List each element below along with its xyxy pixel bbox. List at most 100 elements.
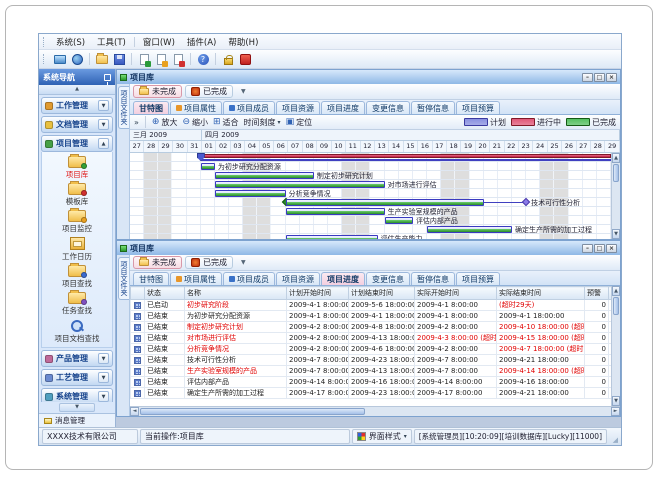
chevron-down-icon[interactable]: ▼ [98, 372, 109, 383]
column-header[interactable]: 计划结束时间 [349, 287, 415, 300]
toolbar-more-button[interactable]: » [134, 118, 139, 127]
table-filter-finished[interactable]: 已完成 [185, 256, 233, 269]
message-management-tab[interactable]: 消息管理 [39, 413, 115, 427]
gantt-window-minimize-button[interactable]: – [582, 73, 593, 82]
menu-tools[interactable]: 工具(T) [91, 35, 132, 49]
table-row[interactable]: 已结束评估内部产品2009-4-14 8:00:002009-4-16 18:0… [131, 377, 612, 388]
task-bar[interactable] [427, 226, 512, 233]
column-header[interactable]: 实际结束时间 [497, 287, 585, 300]
table-vertical-scrollbar[interactable] [611, 286, 620, 406]
sidebar-item-work-calendar[interactable]: 工作日历 [42, 236, 112, 263]
gantt-tab-5[interactable]: 项目进度 [321, 101, 365, 114]
chevron-down-icon[interactable]: ▼ [98, 353, 109, 364]
table-filter-overflow[interactable]: ▼ [238, 259, 249, 266]
table-tab-1[interactable]: 甘特图 [133, 272, 169, 285]
lock-icon[interactable] [221, 52, 235, 66]
task-bar[interactable] [286, 235, 378, 239]
table-tab-6[interactable]: 变更信息 [366, 272, 410, 285]
table-window-close-button[interactable]: × [606, 244, 617, 253]
table-tab-8[interactable]: 项目预算 [456, 272, 500, 285]
task-bar[interactable] [385, 217, 413, 224]
sidebar-item-project-search[interactable]: 项目查找 [42, 264, 112, 290]
project-folder-vtab[interactable]: 项目文件夹 [118, 257, 129, 300]
sidebar-section-project[interactable]: 项目管理▲ [41, 135, 113, 152]
gantt-tab-1[interactable]: 甘特图 [133, 101, 169, 114]
column-header[interactable]: 预警 [585, 287, 609, 300]
gantt-window-close-button[interactable]: × [606, 73, 617, 82]
table-window-minimize-button[interactable]: – [582, 244, 593, 253]
summary-plan-bar[interactable] [201, 159, 611, 161]
gantt-tab-3[interactable]: 项目成员 [223, 101, 275, 114]
table-row[interactable]: 已结束制定初步研究计划2009-4-2 8:00:002009-4-8 18:0… [131, 322, 612, 333]
task-bar[interactable] [201, 163, 215, 170]
table-filter-unfinished[interactable]: 未完成 [133, 256, 182, 269]
chevron-up-icon[interactable]: ▲ [98, 138, 109, 149]
task-bar[interactable] [215, 190, 286, 197]
chevron-down-icon[interactable]: ▼ [98, 100, 109, 111]
gantt-tab-2[interactable]: 项目属性 [170, 101, 222, 114]
menu-help[interactable]: 帮助(H) [222, 35, 264, 49]
sidebar-item-template-library[interactable]: 模板库 [42, 182, 112, 208]
globe-icon[interactable] [70, 52, 84, 66]
gantt-window-titlebar[interactable]: 项目库 –□× [117, 70, 620, 84]
summary-progress-bar[interactable] [201, 154, 611, 158]
scroll-down-arrow[interactable] [612, 396, 620, 406]
sidebar-item-project-doc-search[interactable]: 项目文档查找 [42, 318, 112, 345]
scroll-down-arrow[interactable] [612, 229, 620, 239]
task-bar[interactable] [215, 181, 385, 188]
gantt-filter-overflow[interactable]: ▼ [238, 88, 249, 95]
gantt-tab-8[interactable]: 项目预算 [456, 101, 500, 114]
column-header[interactable]: 计划开始时间 [287, 287, 349, 300]
table-row[interactable]: 已启动初步研究阶段2009-4-1 8:00:002009-5-6 18:00:… [131, 300, 612, 311]
sidebar-item-project-monitor[interactable]: 项目监控 [42, 209, 112, 235]
table-row[interactable]: 已结束确定生产所需的加工过程2009-4-17 8:00:002009-4-23… [131, 388, 612, 399]
sidebar-section-product[interactable]: 产品管理▼ [41, 350, 113, 367]
sidebar-section-work[interactable]: 工作管理▼ [41, 97, 113, 114]
table-tab-2[interactable]: 项目属性 [170, 272, 222, 285]
scroll-up-arrow[interactable] [612, 286, 620, 296]
gantt-filter-finished[interactable]: 已完成 [185, 85, 233, 98]
zoom-in-button[interactable]: ⊕放大 [152, 117, 178, 128]
scroll-left-arrow[interactable] [130, 407, 139, 416]
menu-window[interactable]: 窗口(W) [137, 35, 181, 49]
gantt-filter-unfinished[interactable]: 未完成 [133, 85, 182, 98]
table-horizontal-scrollbar[interactable] [130, 406, 620, 416]
column-header[interactable] [131, 287, 145, 300]
sidebar-section-process[interactable]: 工艺管理▼ [41, 369, 113, 386]
table-tab-7[interactable]: 暂停信息 [411, 272, 455, 285]
table-tab-3[interactable]: 项目成员 [223, 272, 275, 285]
pin-icon[interactable] [104, 74, 111, 81]
sidebar-item-project-library[interactable]: 项目库 [42, 155, 112, 181]
folder-icon[interactable] [95, 52, 109, 66]
scroll-right-arrow[interactable] [611, 407, 620, 416]
table-row[interactable]: 已结束分析竞争情况2009-4-2 8:00:002009-4-6 18:00:… [131, 344, 612, 355]
chevron-down-icon[interactable]: ▼ [98, 119, 109, 130]
monitor-icon[interactable] [53, 52, 67, 66]
column-header[interactable]: 状态 [145, 287, 185, 300]
menu-plugins[interactable]: 插件(A) [181, 35, 222, 49]
table-row[interactable]: 已结束技术可行性分析2009-4-7 8:00:002009-4-23 18:0… [131, 355, 612, 366]
project-folder-vtab[interactable]: 项目文件夹 [118, 86, 129, 129]
sidebar-section-system[interactable]: 系统管理▼ [41, 388, 113, 402]
table-tab-4[interactable]: 项目资源 [276, 272, 320, 285]
chevron-down-icon[interactable]: ▼ [98, 391, 109, 402]
locate-button[interactable]: ▣定位 [286, 117, 313, 128]
task-bar[interactable] [215, 172, 314, 179]
time-scale-button[interactable]: 时间刻度▾ [244, 117, 281, 128]
ui-style-button[interactable]: 界面样式 ▾ [352, 429, 412, 444]
doc-edit-icon[interactable] [154, 52, 168, 66]
task-bar[interactable] [286, 208, 385, 215]
sidebar-section-document[interactable]: 文档管理▼ [41, 116, 113, 133]
gantt-window-maximize-button[interactable]: □ [594, 73, 605, 82]
task-bar[interactable] [286, 199, 484, 206]
table-tab-5[interactable]: 项目进度 [321, 272, 365, 285]
gantt-tab-7[interactable]: 暂停信息 [411, 101, 455, 114]
save-icon[interactable] [112, 52, 126, 66]
scroll-thumb[interactable] [140, 408, 365, 415]
table-row[interactable]: 已结束为初步研究分配资源2009-4-1 8:00:002009-4-1 18:… [131, 311, 612, 322]
help-icon[interactable] [196, 52, 210, 66]
sidebar-collapse-button[interactable]: ▲ [39, 85, 115, 95]
scroll-thumb[interactable] [613, 164, 619, 182]
gantt-vertical-scrollbar[interactable] [611, 153, 620, 239]
doc-delete-icon[interactable] [171, 52, 185, 66]
